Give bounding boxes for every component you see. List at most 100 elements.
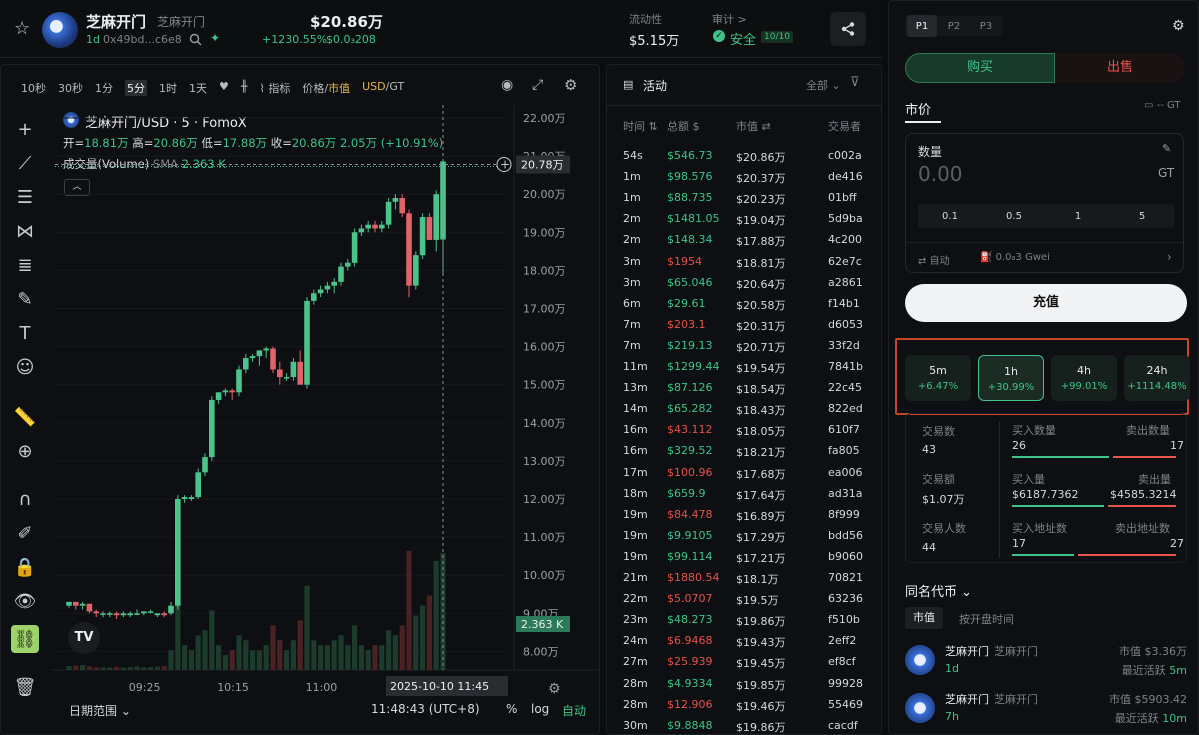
interval-1m[interactable]: 1分	[95, 80, 113, 96]
lock-icon[interactable]: 🔒	[11, 553, 39, 581]
pattern-icon[interactable]: ⋈	[11, 217, 39, 245]
table-row[interactable]: 19m $9.9105 $17.29万 bdd56	[607, 525, 877, 546]
ruler-icon[interactable]: 📏	[11, 403, 39, 431]
auto-slippage[interactable]: ⇄ 自动	[918, 252, 950, 267]
star-icon[interactable]: ☆	[14, 18, 30, 39]
list-item[interactable]: 芝麻开门 芝麻开门 1d 市值 $3.36万 最近活跃 5m	[905, 643, 1187, 683]
trendline-icon[interactable]: ⟋	[11, 149, 39, 177]
table-row[interactable]: 2m $1481.05 $19.04万 5d9ba	[607, 208, 877, 229]
table-row[interactable]: 16m $43.112 $18.05万 610f7	[607, 419, 877, 440]
brush-icon[interactable]: ✎	[11, 285, 39, 313]
token-address[interactable]: 0x49bd...c6e8	[103, 33, 182, 46]
trash-icon[interactable]: 🗑	[11, 673, 39, 701]
table-row[interactable]: 28m $4.9334 $19.85万 99928	[607, 673, 877, 694]
lock-draw-icon[interactable]: ✐	[11, 519, 39, 547]
audit-label[interactable]: 审计 >	[712, 11, 747, 27]
table-row[interactable]: 18m $659.9 $17.64万 ad31a	[607, 483, 877, 504]
text-icon[interactable]: T	[11, 319, 39, 347]
table-row[interactable]: 13m $87.126 $18.54万 22c45	[607, 377, 877, 398]
crosshair-icon[interactable]: +	[11, 115, 39, 143]
col-time[interactable]: 时间 ⇅	[623, 118, 658, 134]
link-icon[interactable]: ⛓	[11, 625, 39, 653]
table-row[interactable]: 3m $65.046 $20.64万 a2861	[607, 272, 877, 293]
settings-gear-icon[interactable]: ⚙	[564, 76, 577, 94]
settings-icon[interactable]: ⚙	[1172, 18, 1185, 34]
tab-open-time[interactable]: 按开盘时间	[959, 611, 1014, 627]
tf-5m[interactable]: 5m +6.47%	[905, 355, 971, 401]
camera-icon[interactable]: ◉	[501, 77, 513, 93]
tf-4h[interactable]: 4h +99.01%	[1051, 355, 1117, 401]
table-row[interactable]: 17m $100.96 $17.68万 ea006	[607, 462, 877, 483]
tab-mcap[interactable]: 市值	[905, 607, 943, 629]
emoji-icon[interactable]: ☺	[11, 353, 39, 381]
table-row[interactable]: 1m $98.576 $20.37万 de416	[607, 166, 877, 187]
tf-1h[interactable]: 1h +30.99%	[978, 355, 1044, 401]
table-row[interactable]: 2m $148.34 $17.88万 4c200	[607, 229, 877, 250]
col-mcap[interactable]: 市值 ⇄	[736, 118, 771, 134]
heart-icon[interactable]: ♥	[219, 80, 229, 96]
percent-scale-button[interactable]: %	[506, 702, 517, 716]
table-row[interactable]: 19m $84.478 $16.89万 8f999	[607, 504, 877, 525]
price-mcap-toggle[interactable]: 价格/市值	[302, 80, 350, 96]
preset-p2[interactable]: P2	[939, 15, 969, 37]
table-row[interactable]: 1m $88.735 $20.23万 01bff	[607, 187, 877, 208]
interval-30s[interactable]: 30秒	[58, 80, 83, 96]
preset-p1[interactable]: P1	[907, 15, 937, 37]
quick-1[interactable]: 1	[1046, 205, 1110, 227]
table-row[interactable]: 23m $48.273 $19.86万 f510b	[607, 609, 877, 630]
gas-setting[interactable]: ⛽ 0.0₈3 Gwei	[980, 252, 1050, 263]
table-row[interactable]: 19m $99.114 $17.21万 b9060	[607, 546, 877, 567]
fib-icon[interactable]: ≣	[11, 251, 39, 279]
market-order-tab[interactable]: 市价	[905, 99, 931, 118]
edit-icon[interactable]: ✎	[1162, 142, 1171, 155]
log-scale-button[interactable]: log	[531, 702, 549, 716]
table-row[interactable]: 7m $219.13 $20.71万 33f2d	[607, 335, 877, 356]
candle-type-icon[interactable]: ╫	[241, 80, 248, 96]
quick-0.5[interactable]: 0.5	[982, 205, 1046, 227]
quick-5[interactable]: 5	[1110, 205, 1174, 227]
currency-toggle[interactable]: USD/GT	[362, 80, 404, 96]
horizontal-lines-icon[interactable]: ☰	[11, 183, 39, 211]
search-icon[interactable]	[189, 33, 202, 46]
same-name-title[interactable]: 同名代币 ⌄	[905, 581, 972, 600]
table-row[interactable]: 11m $1299.44 $19.54万 7841b	[607, 356, 877, 377]
share-button[interactable]	[830, 12, 866, 46]
interval-1h[interactable]: 1时	[159, 80, 177, 96]
table-row[interactable]: 3m $1954 $18.81万 62e7c	[607, 251, 877, 272]
interval-5m[interactable]: 5分	[125, 80, 147, 96]
sell-tab[interactable]: 出售	[1055, 53, 1185, 83]
col-total[interactable]: 总额 $	[667, 118, 700, 134]
activity-filter[interactable]: 全部 ⌄	[806, 77, 841, 93]
date-range-button[interactable]: 日期范围 ⌄	[69, 702, 131, 719]
table-row[interactable]: 22m $5.0707 $19.5万 63236	[607, 588, 877, 609]
table-row[interactable]: 27m $25.939 $19.45万 ef8cf	[607, 651, 877, 672]
charge-button[interactable]: 充值	[905, 284, 1187, 322]
zoom-in-icon[interactable]: ⊕	[11, 437, 39, 465]
preset-p3[interactable]: P3	[971, 15, 1001, 37]
qty-input[interactable]: 0.00	[918, 162, 963, 186]
table-row[interactable]: 28m $12.906 $19.46万 55469	[607, 694, 877, 715]
table-row[interactable]: 21m $1880.54 $18.1万 70821	[607, 567, 877, 588]
auto-scale-button[interactable]: 自动	[562, 702, 586, 719]
table-row[interactable]: 30m $9.8848 $19.86万 cacdf	[607, 715, 877, 734]
eye-icon[interactable]: 👁	[11, 587, 39, 615]
interval-1d[interactable]: 1天	[189, 80, 207, 96]
list-item[interactable]: 芝麻开门 芝麻开门 7h 市值 $5903.42 最近活跃 10m	[905, 691, 1187, 731]
buy-tab[interactable]: 购买	[905, 53, 1055, 83]
interval-10s[interactable]: 10秒	[21, 80, 46, 96]
tf-24h[interactable]: 24h +1114.48%	[1124, 355, 1190, 401]
filter-icon[interactable]: ⊽	[850, 75, 860, 90]
table-row[interactable]: 14m $65.282 $18.43万 822ed	[607, 398, 877, 419]
quick-0.1[interactable]: 0.1	[918, 205, 982, 227]
table-row[interactable]: 16m $329.52 $18.21万 fa805	[607, 440, 877, 461]
table-row[interactable]: 6m $29.61 $20.58万 f14b1	[607, 293, 877, 314]
fullscreen-icon[interactable]: ⤢	[532, 77, 543, 93]
table-row[interactable]: 24m $6.9468 $19.43万 2eff2	[607, 630, 877, 651]
magnet-icon[interactable]: ∩	[11, 485, 39, 513]
table-row[interactable]: 54s $546.73 $20.86万 c002a	[607, 145, 877, 166]
table-row[interactable]: 7m $203.1 $20.31万 d6053	[607, 314, 877, 335]
price-chart[interactable]: 22.00万21.00万20.00万19.00万18.00万17.00万16.0…	[51, 105, 599, 715]
sparkle-icon[interactable]: ✦	[210, 31, 220, 45]
chevron-right-icon[interactable]: ›	[1167, 250, 1172, 264]
indicator-button[interactable]: ⌇ 指标	[260, 80, 291, 96]
